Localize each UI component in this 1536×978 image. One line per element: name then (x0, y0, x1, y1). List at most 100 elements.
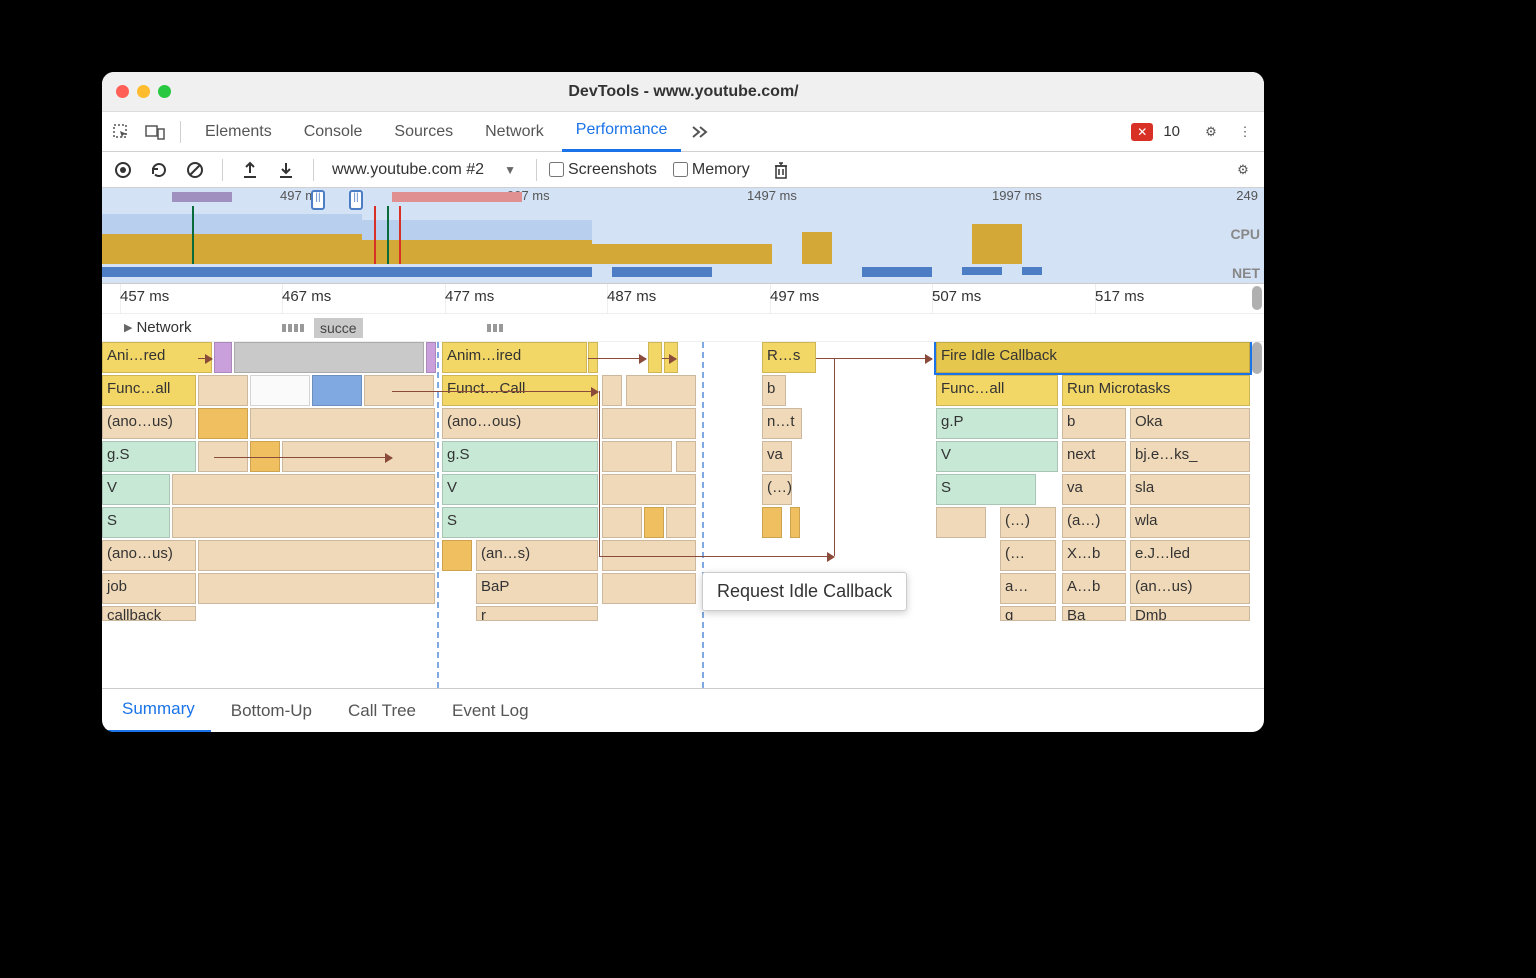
recording-select[interactable]: www.youtube.com #2 (326, 161, 490, 179)
more-tabs-icon[interactable] (685, 117, 715, 147)
overview-handle-right[interactable]: || (349, 190, 363, 210)
flame-block[interactable]: Ani…red (102, 342, 212, 373)
expand-icon[interactable]: ▶ (124, 321, 132, 334)
flame-block[interactable] (312, 375, 362, 406)
record-icon[interactable] (108, 155, 138, 185)
flame-block[interactable]: (an…us) (1130, 573, 1250, 604)
flame-block[interactable]: (…) (1000, 507, 1056, 538)
flame-block[interactable] (666, 507, 696, 538)
flame-block[interactable]: g.P (936, 408, 1058, 439)
tab-console[interactable]: Console (290, 112, 377, 152)
flame-block[interactable]: va (762, 441, 792, 472)
inspect-icon[interactable] (106, 117, 136, 147)
flame-block[interactable]: b (1062, 408, 1126, 439)
flame-block[interactable]: next (1062, 441, 1126, 472)
flame-block[interactable]: sla (1130, 474, 1250, 505)
flame-block[interactable]: R…s (762, 342, 816, 373)
chevron-down-icon[interactable]: ▼ (504, 163, 516, 177)
flame-block[interactable]: V (936, 441, 1058, 472)
tab-sources[interactable]: Sources (380, 112, 467, 152)
flame-block[interactable]: Oka (1130, 408, 1250, 439)
flame-block[interactable]: (…) (762, 474, 792, 505)
flame-block[interactable] (426, 342, 436, 373)
error-badge[interactable]: ✕ (1131, 123, 1153, 141)
flame-block[interactable]: g.S (102, 441, 196, 472)
screenshots-checkbox[interactable]: Screenshots (549, 161, 657, 179)
flame-block[interactable]: (a…) (1062, 507, 1126, 538)
flame-block[interactable]: V (442, 474, 598, 505)
flame-block[interactable]: (ano…us) (102, 408, 196, 439)
zoom-icon[interactable] (158, 85, 171, 98)
flame-block[interactable]: bj.e…ks_ (1130, 441, 1250, 472)
flame-block[interactable]: S (936, 474, 1036, 505)
flame-scrollbar[interactable] (1250, 342, 1264, 688)
flame-block[interactable] (602, 375, 622, 406)
reload-icon[interactable] (144, 155, 174, 185)
flame-block[interactable]: Anim…ired (442, 342, 587, 373)
flame-block[interactable] (936, 507, 986, 538)
tab-calltree[interactable]: Call Tree (332, 689, 432, 733)
flame-block[interactable] (172, 474, 435, 505)
flame-block[interactable] (234, 342, 424, 373)
tab-bottomup[interactable]: Bottom-Up (215, 689, 328, 733)
flame-block[interactable]: Ba (1062, 606, 1126, 621)
flame-block[interactable] (602, 507, 642, 538)
flame-block[interactable] (602, 408, 696, 439)
flame-block[interactable] (198, 573, 435, 604)
memory-checkbox[interactable]: Memory (673, 161, 750, 179)
flame-block[interactable] (198, 375, 248, 406)
kebab-icon[interactable]: ⋮ (1230, 117, 1260, 147)
tab-summary[interactable]: Summary (106, 689, 211, 733)
flame-block[interactable] (626, 375, 696, 406)
flame-block[interactable]: wla (1130, 507, 1250, 538)
overview-handle-left[interactable]: || (311, 190, 325, 210)
flame-block[interactable] (762, 507, 782, 538)
flame-block[interactable]: g.S (442, 441, 598, 472)
flame-block[interactable]: job (102, 573, 196, 604)
flame-block[interactable]: q (1000, 606, 1056, 621)
flame-block[interactable]: (ano…us) (102, 540, 196, 571)
flame-block[interactable] (214, 342, 232, 373)
settings-icon[interactable]: ⚙ (1196, 117, 1226, 147)
tab-elements[interactable]: Elements (191, 112, 286, 152)
download-icon[interactable] (271, 155, 301, 185)
close-icon[interactable] (116, 85, 129, 98)
flame-block[interactable]: (ano…ous) (442, 408, 598, 439)
flame-block[interactable] (602, 474, 696, 505)
flame-block[interactable]: (an…s) (476, 540, 598, 571)
flame-block[interactable]: (… (1000, 540, 1056, 571)
tab-network[interactable]: Network (471, 112, 558, 152)
flame-block[interactable]: va (1062, 474, 1126, 505)
flame-block[interactable]: Func…all (936, 375, 1058, 406)
ruler[interactable]: 457 ms 467 ms 477 ms 487 ms 497 ms 507 m… (102, 284, 1264, 314)
flame-block[interactable]: S (442, 507, 598, 538)
flame-block[interactable]: A…b (1062, 573, 1126, 604)
flame-block[interactable]: e.J…led (1130, 540, 1250, 571)
tab-eventlog[interactable]: Event Log (436, 689, 545, 733)
flame-block[interactable] (442, 540, 472, 571)
flame-block[interactable] (648, 342, 662, 373)
overview-pane[interactable]: 497 ms 997 ms 1497 ms 1997 ms 249 CPU NE… (102, 188, 1264, 284)
flame-block[interactable]: n…t (762, 408, 802, 439)
flame-block[interactable]: X…b (1062, 540, 1126, 571)
flame-block[interactable] (250, 375, 310, 406)
flame-block[interactable]: callback (102, 606, 196, 621)
device-icon[interactable] (140, 117, 170, 147)
flame-block[interactable]: Dmb (1130, 606, 1250, 621)
flame-block[interactable]: BaP (476, 573, 598, 604)
flame-block[interactable]: V (102, 474, 170, 505)
flame-block[interactable]: Run Microtasks (1062, 375, 1250, 406)
perf-settings-icon[interactable]: ⚙ (1228, 155, 1258, 185)
flame-block-selected[interactable]: Fire Idle Callback (936, 342, 1250, 373)
flame-block[interactable] (172, 507, 435, 538)
flame-block[interactable] (250, 408, 435, 439)
ruler-scrollbar[interactable] (1250, 284, 1264, 313)
flame-chart[interactable]: Ani…red Anim…ired R…s Fire Idle Callback… (102, 342, 1264, 688)
minimize-icon[interactable] (137, 85, 150, 98)
net-pill[interactable]: succe (314, 318, 363, 338)
flame-block[interactable] (644, 507, 664, 538)
flame-block[interactable]: b (762, 375, 786, 406)
upload-icon[interactable] (235, 155, 265, 185)
flame-block[interactable] (198, 540, 435, 571)
flame-block[interactable]: a… (1000, 573, 1056, 604)
